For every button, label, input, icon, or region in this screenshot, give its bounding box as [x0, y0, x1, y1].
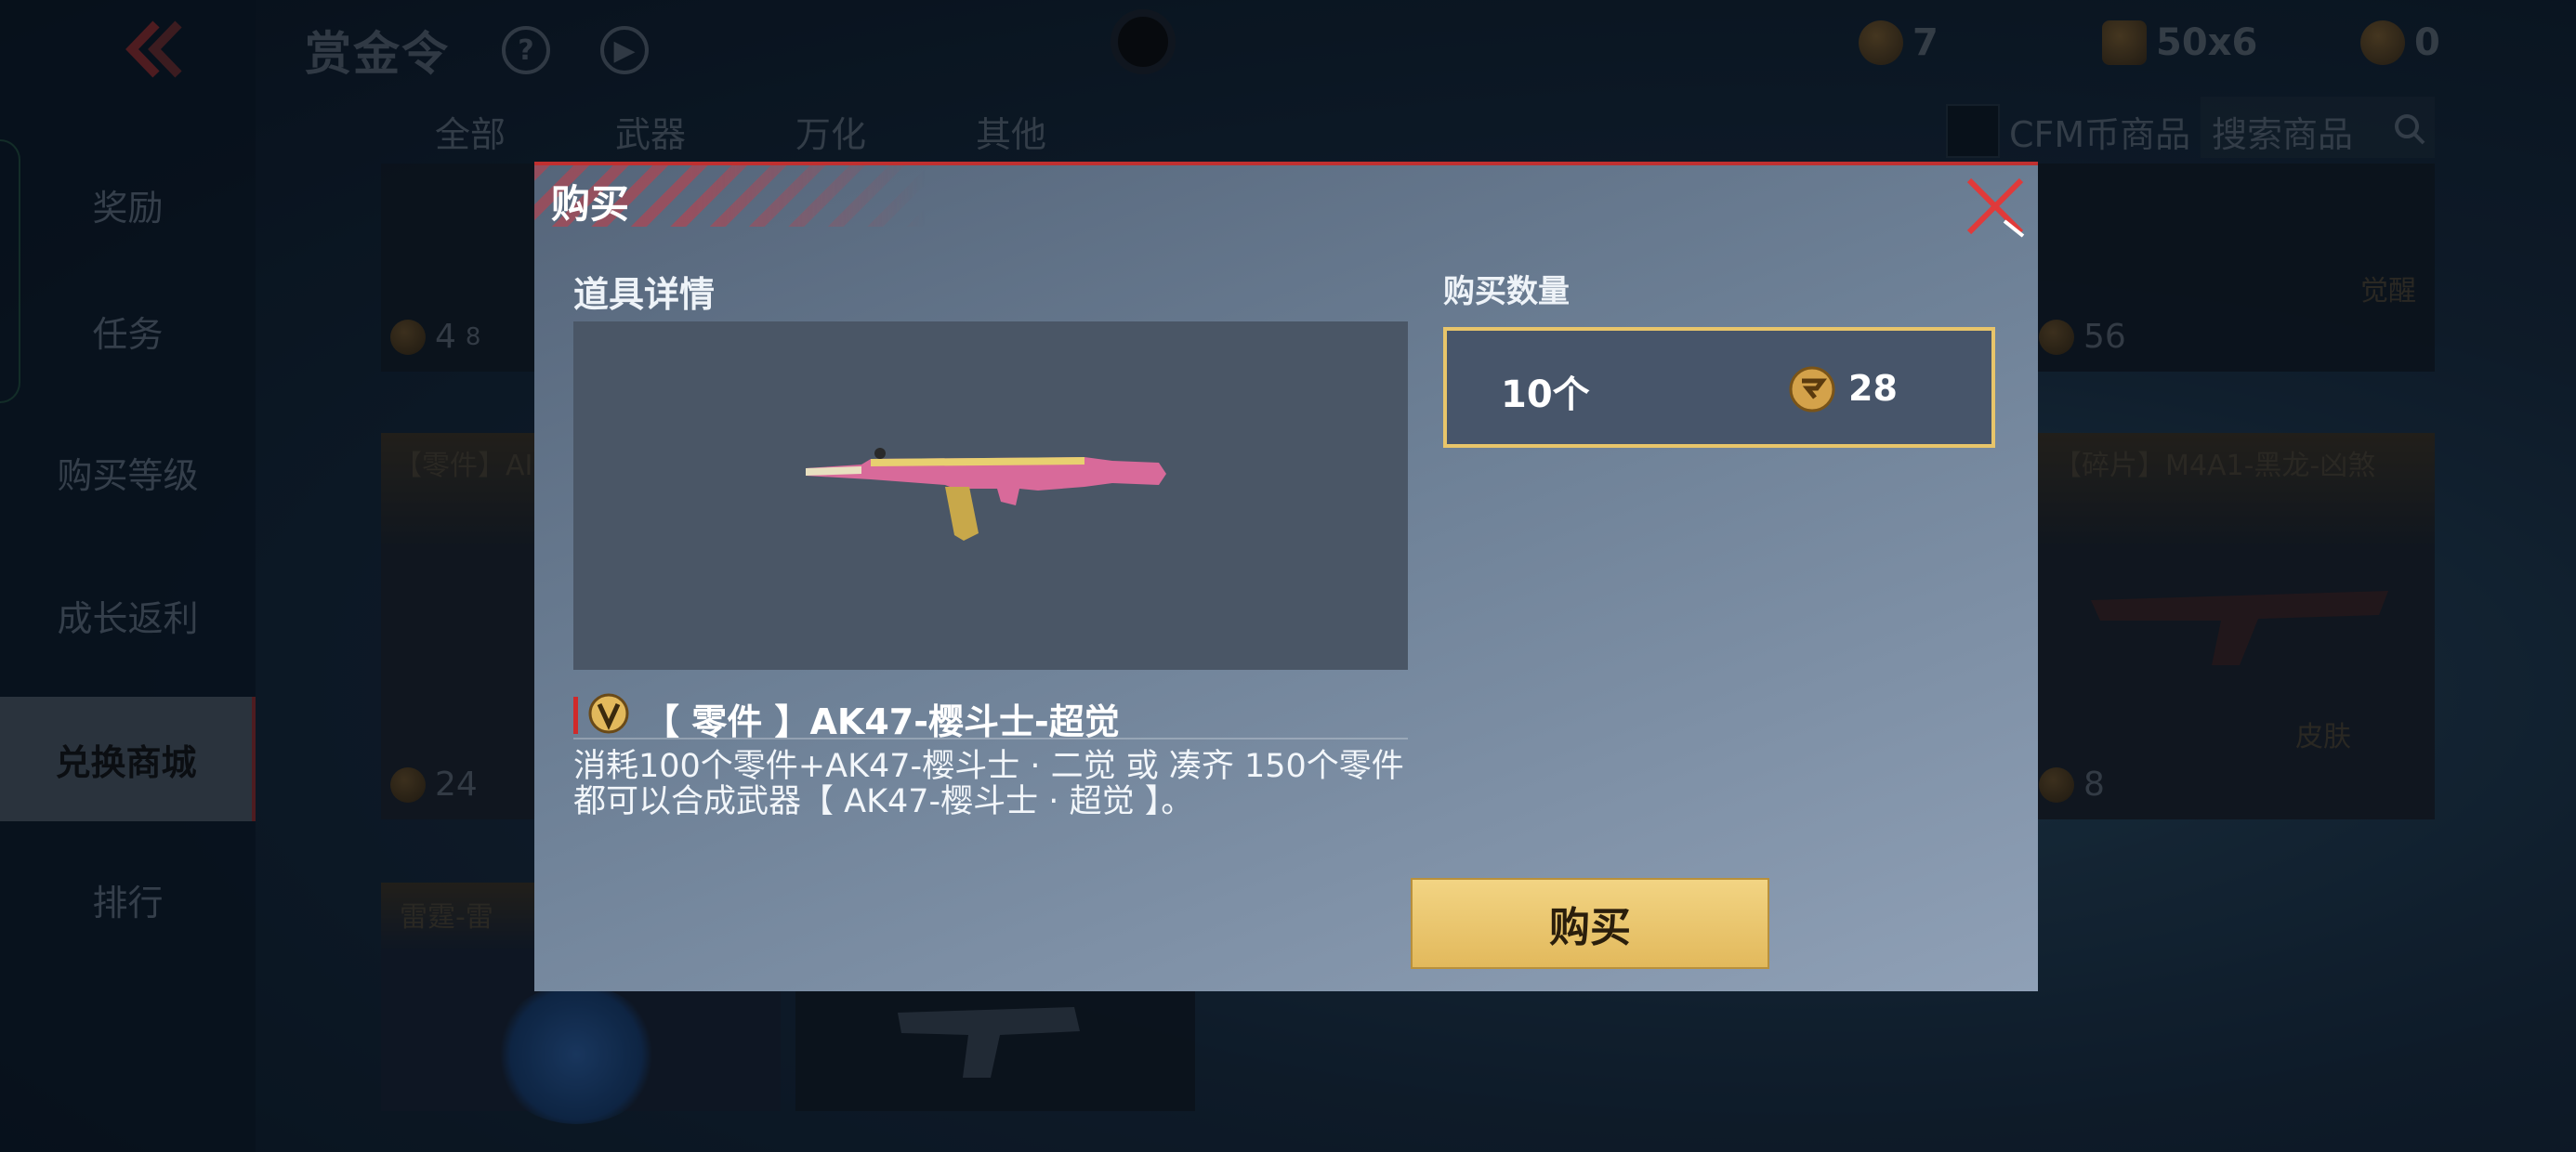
cf-coin-icon [1789, 366, 1835, 412]
quantity-option[interactable]: 10个 28 [1443, 327, 1995, 448]
item-name: 【 零件 】AK47-樱斗士-超觉 [644, 701, 1120, 742]
purchase-dialog: 购买 道具详情 【 零件 】AK47-樱斗士-超觉 消耗100个零件+AK47-… [534, 162, 2038, 991]
item-title-row: 【 零件 】AK47-樱斗士-超觉 [573, 693, 1408, 742]
item-preview [573, 321, 1408, 670]
dialog-title: 购买 [551, 181, 630, 227]
close-icon[interactable] [1964, 175, 2027, 238]
quantity-price: 28 [1848, 368, 1898, 409]
ak47-skin-image [806, 448, 1166, 541]
item-accent-bar [573, 697, 578, 734]
buy-button[interactable]: 购买 [1411, 878, 1769, 969]
rank-v-badge-icon [588, 693, 629, 734]
quantity-label: 购买数量 [1443, 273, 1570, 310]
quantity-value: 10个 [1501, 373, 1590, 416]
item-detail-label: 道具详情 [573, 274, 716, 315]
item-description: 消耗100个零件+AK47-樱斗士 · 二觉 或 凑齐 150个零件都可以合成武… [573, 748, 1404, 820]
